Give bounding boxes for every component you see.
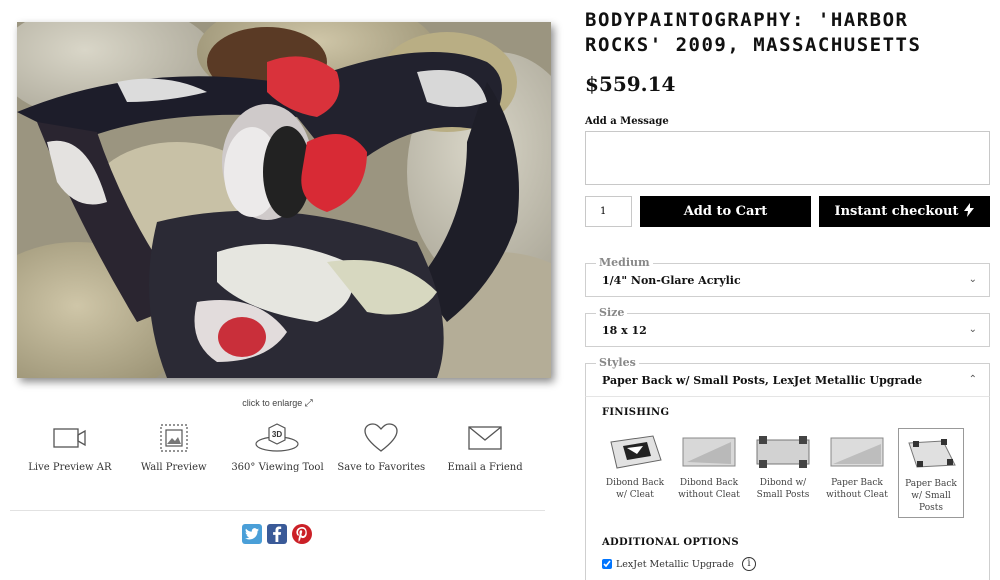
wall-frame-icon bbox=[122, 420, 226, 456]
facebook-icon[interactable] bbox=[267, 524, 287, 544]
chevron-down-icon: ⌄ bbox=[968, 274, 977, 285]
add-message-label: Add a Message bbox=[585, 116, 669, 127]
product-price: $559.14 bbox=[585, 72, 676, 96]
medium-legend: Medium bbox=[596, 256, 653, 269]
envelope-icon bbox=[433, 420, 537, 456]
chevron-up-icon: ⌃ bbox=[968, 374, 977, 385]
instant-checkout-button[interactable]: Instant checkout bbox=[819, 196, 990, 227]
paper-posts-thumbnail bbox=[908, 439, 956, 468]
additional-options-heading: ADDITIONAL OPTIONS bbox=[602, 537, 739, 548]
finishing-heading: FINISHING bbox=[602, 407, 670, 418]
dibond-posts-thumbnail bbox=[756, 436, 810, 468]
lexjet-checkbox[interactable] bbox=[602, 559, 612, 569]
finishing-option[interactable]: Dibond Back without Cleat bbox=[676, 428, 742, 518]
finishing-option-label: Dibond Back w/ Cleat bbox=[605, 478, 665, 500]
finishing-option-label: Paper Back without Cleat bbox=[826, 478, 888, 500]
live-preview-ar-label: Live Preview AR bbox=[28, 462, 112, 473]
chevron-down-icon: ⌄ bbox=[968, 324, 977, 335]
finishing-option-label: Dibond Back without Cleat bbox=[678, 478, 740, 500]
add-to-cart-button[interactable]: Add to Cart bbox=[640, 196, 811, 227]
lexjet-label: LexJet Metallic Upgrade bbox=[616, 558, 734, 570]
artwork-image[interactable] bbox=[17, 22, 551, 378]
finishing-option-selected[interactable]: Paper Back w/ Small Posts bbox=[898, 428, 964, 518]
click-to-enlarge-label: click to enlarge bbox=[242, 398, 303, 408]
product-tools: Live Preview AR Wall Preview 3D 360° Vie… bbox=[10, 420, 545, 473]
medium-value: 1/4" Non-Glare Acrylic bbox=[602, 274, 741, 287]
finishing-option[interactable]: Paper Back without Cleat bbox=[824, 428, 890, 518]
product-title: BODYPAINTOGRAPHY: 'HARBOR ROCKS' 2009, M… bbox=[585, 9, 922, 56]
lexjet-option: LexJet Metallic Upgrade i bbox=[602, 557, 756, 571]
medium-select[interactable]: Medium 1/4" Non-Glare Acrylic ⌄ bbox=[585, 256, 990, 297]
video-camera-icon bbox=[18, 420, 122, 456]
viewing-tool-360-label: 360° Viewing Tool bbox=[231, 462, 324, 473]
viewing-tool-360-button[interactable]: 3D 360° Viewing Tool bbox=[226, 420, 330, 473]
heart-icon bbox=[329, 420, 433, 456]
social-share bbox=[242, 524, 312, 544]
dibond-cleat-thumbnail bbox=[610, 435, 662, 469]
styles-panel: FINISHING Dibond Back w/ Cleat Dibond Ba… bbox=[585, 396, 990, 580]
artwork-picture bbox=[17, 22, 551, 378]
twitter-icon[interactable] bbox=[242, 524, 262, 544]
finishing-option-label: Dibond w/ Small Posts bbox=[756, 478, 810, 500]
email-a-friend-button[interactable]: Email a Friend bbox=[433, 420, 537, 473]
dibond-nocleat-thumbnail bbox=[682, 437, 736, 467]
pinterest-icon[interactable] bbox=[292, 524, 312, 544]
finishing-option[interactable]: Dibond w/ Small Posts bbox=[750, 428, 816, 518]
info-icon[interactable]: i bbox=[741, 557, 756, 571]
wall-preview-label: Wall Preview bbox=[140, 462, 207, 473]
add-to-cart-label: Add to Cart bbox=[683, 204, 768, 219]
email-a-friend-label: Email a Friend bbox=[447, 462, 523, 473]
divider bbox=[10, 510, 545, 511]
quantity-input[interactable] bbox=[585, 196, 632, 227]
wall-preview-button[interactable]: Wall Preview bbox=[122, 420, 226, 473]
finishing-option-label: Paper Back w/ Small Posts bbox=[905, 479, 957, 513]
message-field[interactable] bbox=[585, 131, 990, 185]
finishing-options: Dibond Back w/ Cleat Dibond Back without… bbox=[602, 428, 964, 518]
styles-value: Paper Back w/ Small Posts, LexJet Metall… bbox=[602, 374, 923, 387]
save-to-favorites-label: Save to Favorites bbox=[337, 462, 426, 473]
styles-select[interactable]: Styles Paper Back w/ Small Posts, LexJet… bbox=[585, 356, 990, 397]
paper-nocleat-thumbnail bbox=[830, 437, 884, 467]
svg-text:3D: 3D bbox=[272, 430, 282, 439]
size-value: 18 x 12 bbox=[602, 324, 647, 337]
size-legend: Size bbox=[596, 306, 628, 319]
size-select[interactable]: Size 18 x 12 ⌄ bbox=[585, 306, 990, 347]
save-to-favorites-button[interactable]: Save to Favorites bbox=[329, 420, 433, 473]
instant-checkout-label: Instant checkout bbox=[834, 204, 959, 219]
live-preview-ar-button[interactable]: Live Preview AR bbox=[18, 420, 122, 473]
cube-3d-icon: 3D bbox=[226, 420, 330, 456]
expand-icon: ⤢ bbox=[304, 398, 313, 409]
styles-legend: Styles bbox=[596, 356, 639, 369]
lightning-icon bbox=[964, 202, 975, 221]
click-to-enlarge[interactable]: click to enlarge ⤢ bbox=[0, 398, 555, 409]
finishing-option[interactable]: Dibond Back w/ Cleat bbox=[602, 428, 668, 518]
